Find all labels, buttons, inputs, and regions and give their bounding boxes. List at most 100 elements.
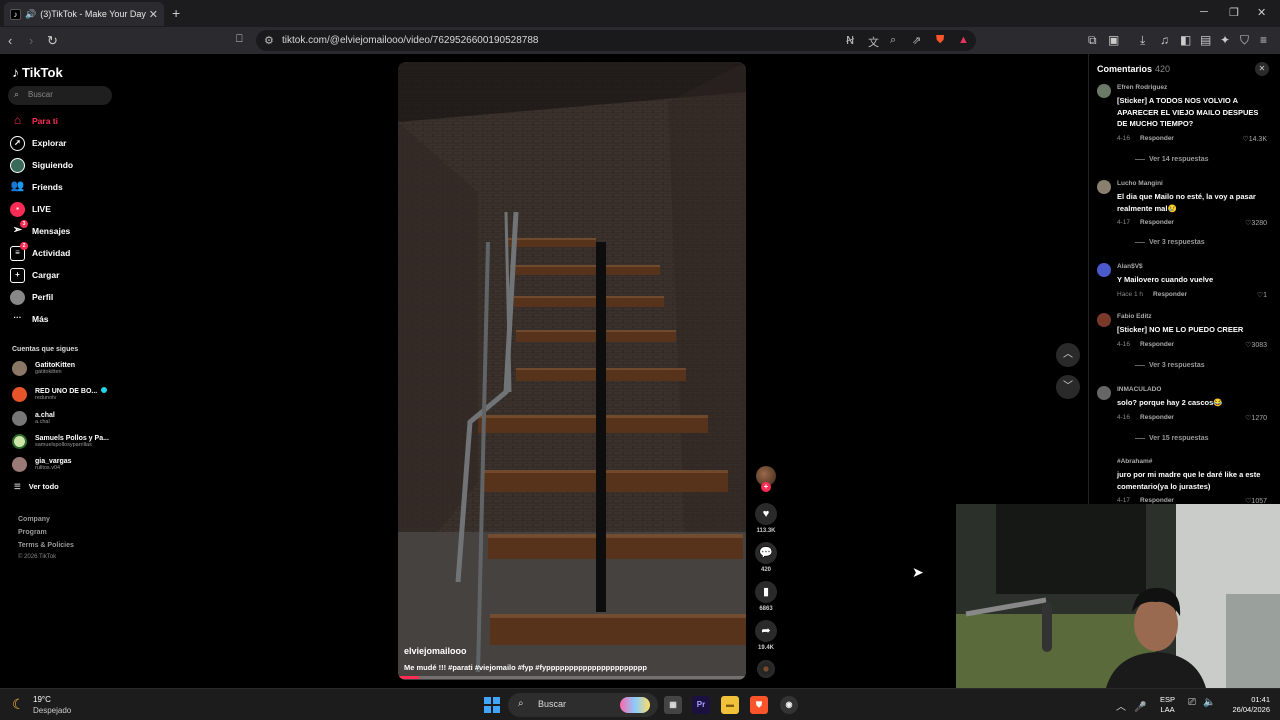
close-comments-icon[interactable]: ✕ <box>1255 62 1269 76</box>
avatar[interactable] <box>1097 313 1111 327</box>
avatar[interactable] <box>1097 84 1111 98</box>
menu-icon[interactable]: ≡ <box>1260 33 1267 47</box>
weather-condition[interactable]: Despejado <box>33 706 71 715</box>
brave-shield-icon[interactable]: ⛊ <box>936 34 944 47</box>
minimize-icon[interactable]: ─ <box>1200 6 1208 18</box>
avatar[interactable] <box>1097 263 1111 277</box>
address-bar[interactable]: ⚙ tiktok.com/@elviejomailooo/video/76295… <box>256 30 976 51</box>
reply-button[interactable]: Responder <box>1153 291 1187 298</box>
like-button[interactable]: ♥ 113.3K <box>753 503 779 534</box>
leo-ai-icon[interactable]: ✦ <box>1220 33 1230 47</box>
brave-browser-icon[interactable]: ⛊ <box>750 696 768 714</box>
system-clock[interactable]: 01:41 26/04/2026 <box>1222 695 1270 715</box>
view-replies-button[interactable]: Ver 3 respuestas <box>1135 239 1205 246</box>
weather-temp[interactable]: 19°C <box>33 695 51 704</box>
sidebar-toggle-icon[interactable]: ◧ <box>1180 33 1191 47</box>
view-replies-button[interactable]: Ver 3 respuestas <box>1135 362 1205 369</box>
new-tab-icon[interactable]: + <box>172 5 180 21</box>
nav-messages[interactable]: ➢ 3 Mensajes <box>10 220 70 239</box>
system-tray-icons[interactable]: ︿ 🎤 <box>1116 698 1147 713</box>
nav-explore[interactable]: ➚ Explorar <box>10 135 67 151</box>
brave-rewards-icon[interactable]: ▲ <box>958 34 969 46</box>
video-author[interactable]: elviejomailooo <box>404 646 467 656</box>
nav-profile[interactable]: Perfil <box>10 289 53 305</box>
comment-like-button[interactable]: ♡14.3K <box>1242 135 1267 143</box>
tiktok-logo[interactable]: ♪ TikTok <box>12 64 63 80</box>
followed-account[interactable]: gia_vargas rulitos.v04 <box>12 454 72 474</box>
volume-icon[interactable]: 🔈 <box>1203 697 1215 708</box>
speaker-icon[interactable]: 🔊 <box>25 9 36 20</box>
next-video-button[interactable]: ﹀ <box>1056 375 1080 399</box>
vpn-icon[interactable]: ⛉ <box>1240 33 1249 48</box>
view-replies-button[interactable]: Ver 14 respuestas <box>1135 156 1209 163</box>
wallet-icon[interactable]: ▣ <box>1108 33 1119 47</box>
restore-icon[interactable]: ❐ <box>1229 6 1239 19</box>
share-icon[interactable]: ⇗ <box>912 34 921 47</box>
comment-like-button[interactable]: ♡3280 <box>1245 219 1267 227</box>
comment-user[interactable]: INMACULADO <box>1117 386 1161 393</box>
followed-account[interactable]: Samuels Pollos y Pa... samuelspollosypar… <box>12 431 109 451</box>
nav-following[interactable]: Siguiendo <box>10 157 73 173</box>
forward-icon[interactable]: › <box>29 33 33 48</box>
see-all-link[interactable]: ☰ Ver todo <box>14 482 59 491</box>
nav-live[interactable]: ▪ LIVE <box>10 201 51 217</box>
video-progress-bar[interactable] <box>398 676 746 679</box>
search-input[interactable]: ⌕ Buscar <box>8 86 112 105</box>
file-explorer-icon[interactable]: ▬ <box>721 696 739 714</box>
comment-user[interactable]: Fabio Editz <box>1117 313 1152 320</box>
comment-user[interactable]: #Abraham# <box>1117 458 1152 465</box>
download-icon[interactable]: ⤓ <box>1140 33 1145 48</box>
comment-like-button[interactable]: ♡1270 <box>1245 414 1267 422</box>
reload-icon[interactable]: ↻ <box>47 33 58 49</box>
comment-like-button[interactable]: ♡3083 <box>1245 341 1267 349</box>
footer-program[interactable]: Program <box>18 529 47 536</box>
followed-account[interactable]: GatitoKitten gatitokitten <box>12 358 75 378</box>
view-replies-button[interactable]: Ver 15 respuestas <box>1135 435 1209 442</box>
music-disc-icon[interactable] <box>757 660 775 678</box>
browser-tab[interactable]: ♪ 🔊 (3)TikTok - Make Your Day ✕ <box>4 2 164 26</box>
translate-icon[interactable]: 文 <box>868 34 879 50</box>
video-player[interactable]: elviejomailooo Me mudé !!! #parati #viej… <box>398 62 746 680</box>
reply-button[interactable]: Responder <box>1140 135 1174 142</box>
reply-button[interactable]: Responder <box>1140 341 1174 348</box>
task-view-icon[interactable]: ▦ <box>664 696 682 714</box>
followed-account[interactable]: a.chal a.chal <box>12 408 55 428</box>
taskbar-search[interactable]: ⌕ Buscar <box>508 693 658 717</box>
followed-account[interactable]: RED UNO DE BO... redunotv <box>12 384 108 404</box>
comment-button[interactable]: 💬 420 <box>753 542 779 573</box>
moon-weather-icon[interactable]: ☾ <box>12 696 25 713</box>
reply-button[interactable]: Responder <box>1140 219 1174 226</box>
network-icon[interactable]: ⎚ <box>1188 697 1196 708</box>
zoom-icon[interactable]: ⌕ <box>890 34 896 47</box>
nav-more[interactable]: ··· Más <box>10 311 49 327</box>
premiere-pro-icon[interactable]: Pr <box>692 696 710 714</box>
previous-video-button[interactable]: ︿ <box>1056 343 1080 367</box>
close-tab-icon[interactable]: ✕ <box>149 8 158 21</box>
avatar[interactable] <box>1097 386 1111 400</box>
reply-button[interactable]: Responder <box>1140 414 1174 421</box>
share-button[interactable]: ➦ 19.4K <box>753 620 779 651</box>
close-window-icon[interactable]: ✕ <box>1257 6 1266 19</box>
extensions-icon[interactable]: ⧉ <box>1088 33 1097 48</box>
bookmark-icon[interactable]: ⎕ <box>236 33 243 46</box>
obs-icon[interactable]: ◉ <box>780 696 798 714</box>
reply-button[interactable]: Responder <box>1140 497 1174 504</box>
save-button[interactable]: ▮ 6863 <box>753 581 779 612</box>
footer-company[interactable]: Company <box>18 516 50 523</box>
windows-start-icon[interactable] <box>484 697 500 713</box>
comment-user[interactable]: Lucho Mangini <box>1117 180 1163 187</box>
avatar[interactable] <box>1097 180 1111 194</box>
footer-terms[interactable]: Terms & Policies <box>18 542 74 549</box>
comment-like-button[interactable]: ♡1 <box>1257 291 1267 299</box>
music-icon[interactable]: ♫ <box>1160 33 1169 47</box>
wallet2-icon[interactable]: ▤ <box>1200 33 1211 47</box>
nav-activity[interactable]: ≡ 2 Actividad <box>10 242 70 261</box>
nav-for-you[interactable]: ⌂ Para ti <box>10 113 58 129</box>
reader-icon[interactable]: Ꞥ <box>846 34 854 47</box>
comment-user[interactable]: Alan$V$ <box>1117 263 1143 270</box>
site-info-icon[interactable]: ⚙ <box>264 34 274 47</box>
language-indicator[interactable]: ESP LAA <box>1160 695 1175 715</box>
back-icon[interactable]: ‹ <box>8 33 12 48</box>
follow-plus-button[interactable]: + <box>761 482 771 492</box>
nav-friends[interactable]: 👥 Friends <box>10 179 63 195</box>
